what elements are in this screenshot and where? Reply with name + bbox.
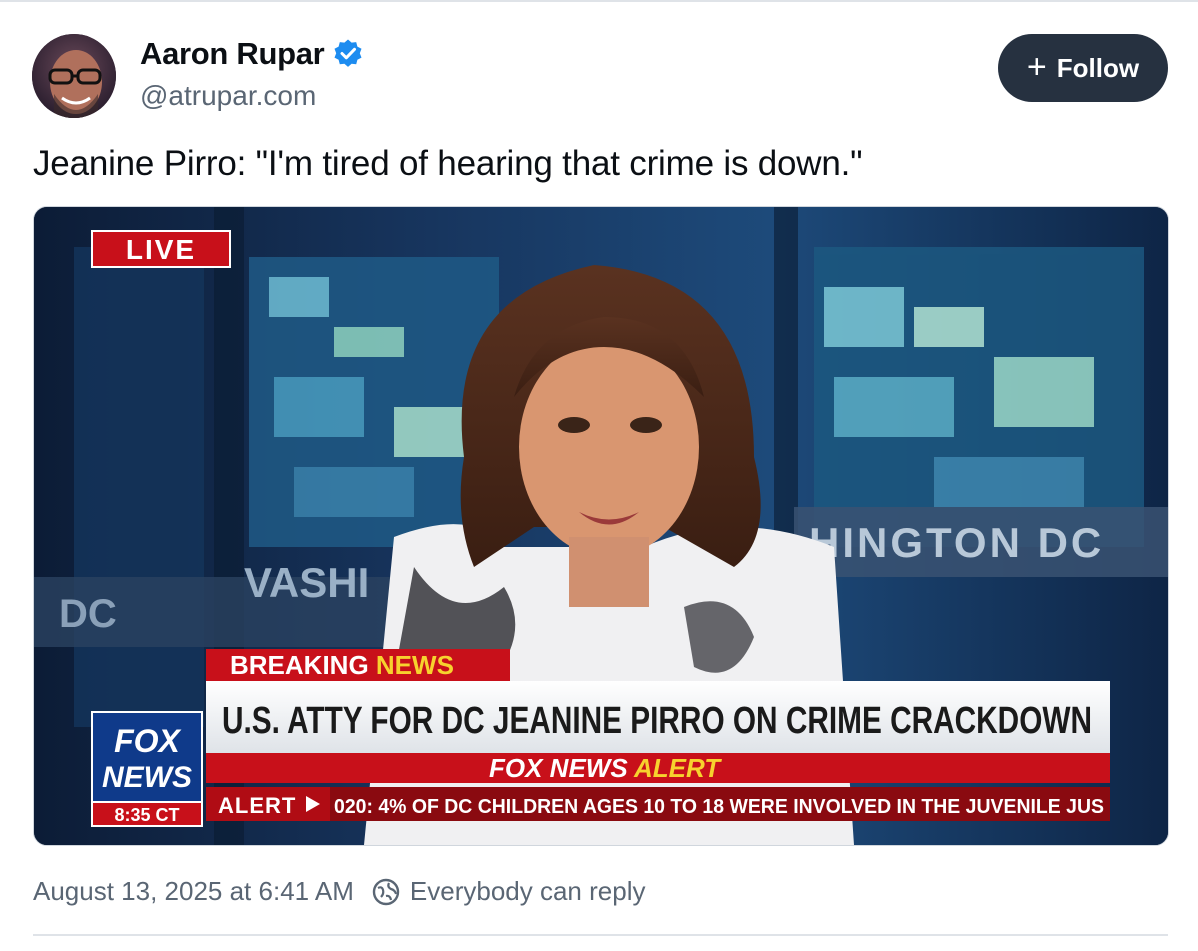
post-meta: August 13, 2025 at 6:41 AM Everybody can…	[33, 876, 645, 907]
bottom-divider	[33, 934, 1168, 936]
top-divider	[0, 0, 1198, 2]
clock-text: 8:35 CT	[114, 805, 179, 825]
alert-bar-text: FOX NEWS ALERT	[489, 753, 722, 783]
ticker-label: ALERT	[218, 793, 296, 818]
follow-button[interactable]: + Follow	[998, 34, 1168, 102]
post-text: Jeanine Pirro: "I'm tired of hearing tha…	[33, 144, 863, 183]
reply-setting: Everybody can reply	[372, 876, 646, 907]
follow-label: Follow	[1056, 52, 1140, 83]
ticker-text: 020: 4% OF DC CHILDREN AGES 10 TO 18 WER…	[334, 796, 1104, 818]
video-player[interactable]: DC VASHI HINGTON DC LIVE BREAKING NEWS U…	[33, 206, 1169, 846]
bg-text-right: HINGTON DC	[809, 519, 1104, 566]
breaking-news-text: BREAKING NEWS	[230, 650, 454, 680]
bg-text-far-left: DC	[59, 592, 117, 636]
reply-setting-label: Everybody can reply	[409, 876, 646, 906]
post-timestamp[interactable]: August 13, 2025 at 6:41 AM	[33, 876, 354, 907]
verified-badge-icon	[334, 39, 362, 67]
video-frame: DC VASHI HINGTON DC LIVE BREAKING NEWS U…	[34, 207, 1168, 845]
globe-icon	[372, 878, 400, 905]
author-name[interactable]: Aaron Rupar	[140, 36, 325, 72]
author-handle[interactable]: @atrupar.com	[140, 80, 316, 112]
plus-icon: +	[1026, 47, 1047, 86]
avatar[interactable]	[32, 34, 116, 118]
author-row: Aaron Rupar	[140, 36, 364, 72]
bg-text-left: VASHI	[244, 559, 369, 606]
headline-text: U.S. ATTY FOR DC JEANINE PIRRO ON CRIME …	[222, 700, 1092, 742]
logo-line-2: NEWS	[102, 761, 192, 794]
live-badge-label: LIVE	[126, 234, 196, 265]
logo-line-1: FOX	[114, 723, 181, 759]
